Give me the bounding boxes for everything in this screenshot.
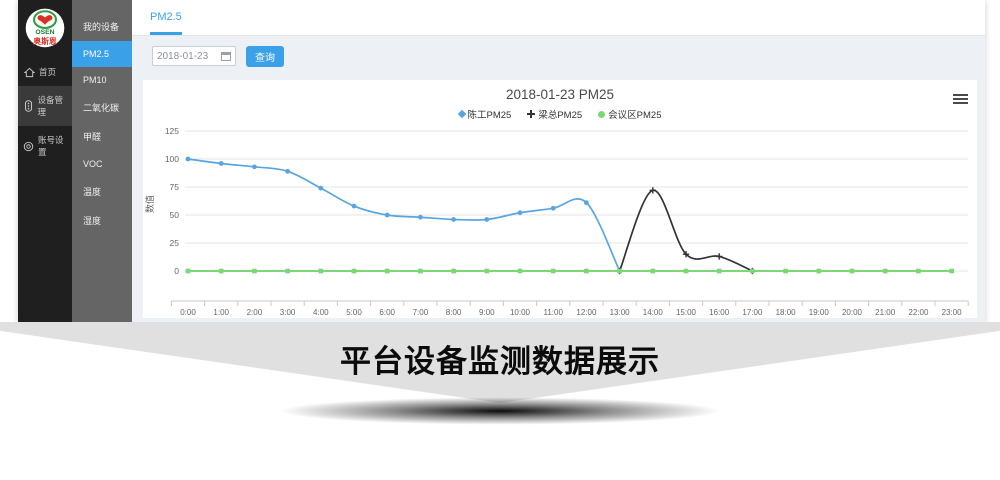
query-button[interactable]: 查询 (246, 46, 284, 67)
svg-text:10:00: 10:00 (510, 308, 531, 317)
sidebar-nav: 首页设备管理账号设置 (18, 58, 72, 166)
calendar-icon[interactable] (221, 52, 231, 61)
svg-text:1:00: 1:00 (213, 308, 229, 317)
svg-text:8:00: 8:00 (446, 308, 462, 317)
submenu: 我的设备PM2.5PM10二氧化碳甲醛VOC温度湿度 (72, 0, 132, 322)
submenu-item-PM10[interactable]: PM10 (72, 67, 132, 93)
circle-marker-icon (598, 111, 605, 118)
pm25-line-chart[interactable]: 0 25 50 75 100 125 数值 0:00 1:00 2:00 3:00 4:00 5:00 6… (143, 118, 977, 318)
submenu-item-VOC[interactable]: VOC (72, 151, 132, 177)
svg-text:19:00: 19:00 (809, 308, 830, 317)
svg-text:100: 100 (165, 154, 179, 164)
svg-text:11:00: 11:00 (543, 308, 563, 317)
chart-card: 2018-01-23 PM25 陈工PM25梁总PM25会议区PM25 0255… (143, 80, 977, 318)
svg-text:23:00: 23:00 (942, 308, 963, 317)
sidebar-item-设备管理[interactable]: 设备管理 (18, 86, 72, 126)
osen-logo: OSEN 奥斯恩 (18, 0, 72, 58)
sidebar-item-首页[interactable]: 首页 (18, 58, 72, 86)
banner-shadow (195, 392, 805, 430)
sidebar: OSEN 奥斯恩 首页设备管理账号设置 (18, 0, 72, 322)
submenu-item-二氧化碳[interactable]: 二氧化碳 (72, 93, 132, 122)
svg-text:0: 0 (174, 266, 179, 276)
date-input[interactable]: 2018-01-23 (152, 46, 236, 66)
banner-title: 平台设备监测数据展示 (0, 336, 1000, 381)
svg-text:奥斯恩: 奥斯恩 (33, 36, 57, 46)
svg-text:7:00: 7:00 (413, 308, 429, 317)
svg-text:16:00: 16:00 (709, 308, 730, 317)
svg-text:25: 25 (170, 238, 180, 248)
home-icon (23, 67, 35, 78)
chart-title: 2018-01-23 PM25 (143, 80, 977, 102)
date-value: 2018-01-23 (157, 51, 208, 62)
diamond-marker-icon (457, 110, 465, 118)
svg-text:14:00: 14:00 (643, 308, 664, 317)
tab-pm25[interactable]: PM2.5 (150, 0, 182, 34)
osen-logo-icon: OSEN 奥斯恩 (25, 5, 65, 53)
svg-text:12:00: 12:00 (576, 308, 597, 317)
svg-text:3:00: 3:00 (280, 308, 296, 317)
chart-context-menu-icon[interactable] (953, 94, 968, 106)
svg-text:20:00: 20:00 (842, 308, 863, 317)
svg-text:OSEN: OSEN (35, 29, 54, 36)
svg-text:6:00: 6:00 (379, 308, 395, 317)
svg-text:75: 75 (170, 182, 180, 192)
svg-text:2:00: 2:00 (247, 308, 263, 317)
svg-text:17:00: 17:00 (742, 308, 763, 317)
svg-text:0:00: 0:00 (180, 308, 196, 317)
content: PM2.5 2018-01-23 查询 2018-01-23 PM25 陈工PM… (132, 0, 985, 322)
svg-text:13:00: 13:00 (610, 308, 631, 317)
page: OSEN 奥斯恩 首页设备管理账号设置 我的设备PM2.5PM10二氧化碳甲醛V… (0, 0, 1000, 480)
account-settings-icon (23, 141, 34, 152)
svg-text:15:00: 15:00 (676, 308, 697, 317)
dashboard-screenshot: OSEN 奥斯恩 首页设备管理账号设置 我的设备PM2.5PM10二氧化碳甲醛V… (18, 0, 985, 322)
tabbar: PM2.5 (132, 0, 985, 36)
submenu-item-我的设备[interactable]: 我的设备 (72, 12, 132, 41)
svg-text:18:00: 18:00 (776, 308, 797, 317)
svg-text:50: 50 (170, 210, 180, 220)
submenu-item-湿度[interactable]: 湿度 (72, 206, 132, 235)
svg-text:9:00: 9:00 (479, 308, 495, 317)
svg-text:22:00: 22:00 (908, 308, 929, 317)
submenu-item-温度[interactable]: 温度 (72, 177, 132, 206)
plus-marker-icon (527, 110, 535, 118)
sidebar-item-账号设置[interactable]: 账号设置 (18, 126, 72, 166)
svg-text:数值: 数值 (144, 195, 155, 213)
toolbar: 2018-01-23 查询 (132, 36, 985, 76)
svg-text:21:00: 21:00 (875, 308, 896, 317)
submenu-item-甲醛[interactable]: 甲醛 (72, 122, 132, 151)
submenu-item-PM2.5[interactable]: PM2.5 (72, 41, 132, 67)
svg-text:125: 125 (165, 126, 179, 136)
svg-text:5:00: 5:00 (346, 308, 362, 317)
svg-text:4:00: 4:00 (313, 308, 329, 317)
device-manage-icon (23, 100, 33, 112)
